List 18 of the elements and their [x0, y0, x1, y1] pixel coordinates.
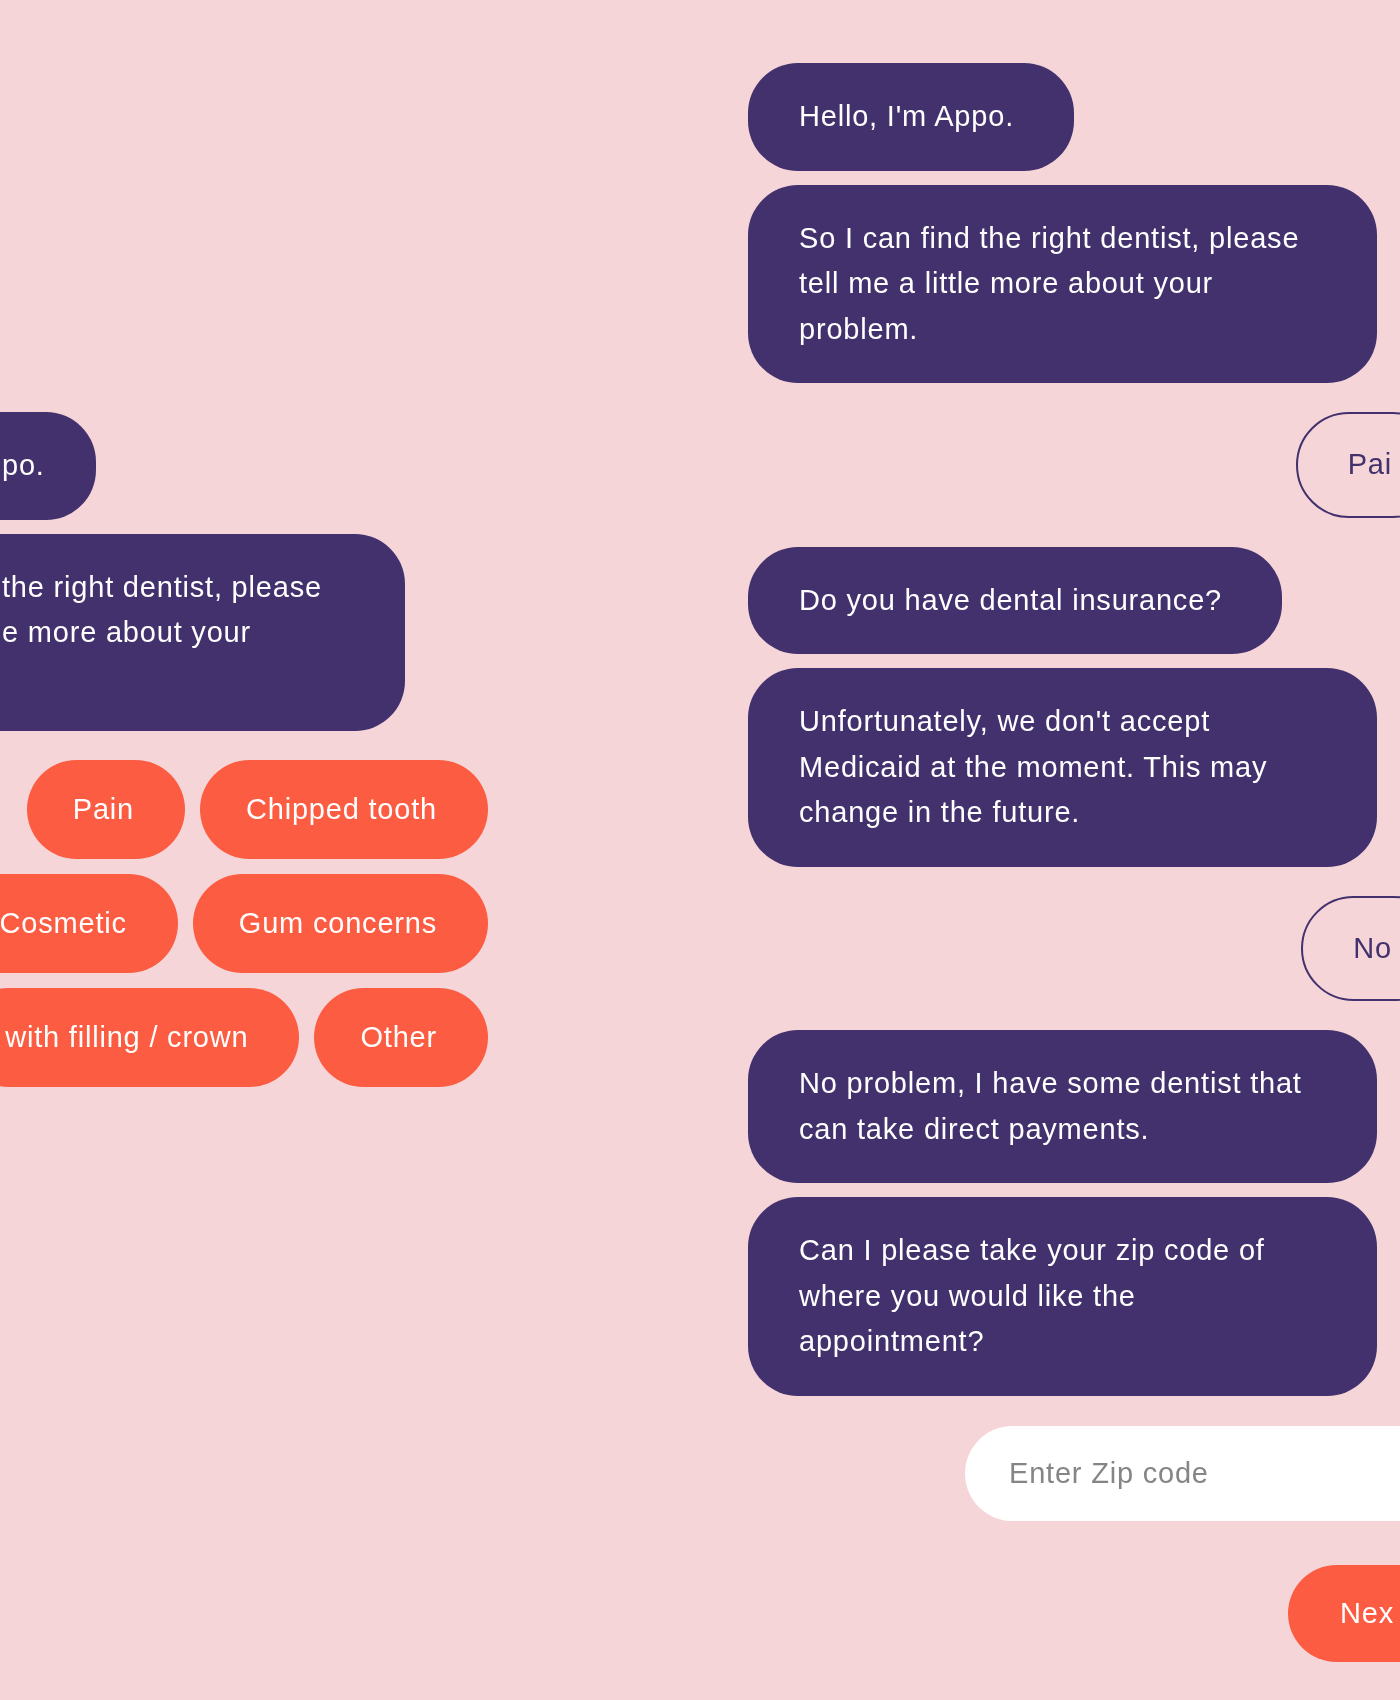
- option-button[interactable]: Chipped tooth: [200, 759, 488, 859]
- option-button[interactable]: Pain: [26, 759, 185, 859]
- message-text: po.: [2, 448, 45, 483]
- zip-code-field[interactable]: Enter Zip code: [965, 1425, 1400, 1521]
- message-text: No problem, I have some dentist that can take direct payments.: [799, 1066, 1303, 1147]
- message-text: Do you have dental insurance?: [799, 582, 1223, 618]
- message-text: Can I please take your zip code of where you would like the appointment?: [799, 1233, 1266, 1359]
- option-button[interactable]: Gum concerns: [192, 873, 488, 973]
- message-text: the right dentist, please e more about your: [2, 569, 323, 650]
- option-button[interactable]: with filling / crown: [0, 987, 300, 1087]
- message-text: Unfortunately, we don't accept Medicaid at the moment. This may change in the future.: [799, 704, 1269, 830]
- reply-text: No: [1353, 930, 1392, 966]
- message-text: So I can find the right dentist, please tell me a little more about your problem.: [799, 220, 1301, 347]
- message-text: Hello, I'm Appo.: [799, 99, 1014, 134]
- reply-text: Pai: [1347, 447, 1392, 482]
- option-button[interactable]: Other: [314, 987, 488, 1087]
- option-button[interactable]: Cosmetic: [0, 873, 178, 973]
- next-button[interactable]: Nex: [1288, 1564, 1400, 1662]
